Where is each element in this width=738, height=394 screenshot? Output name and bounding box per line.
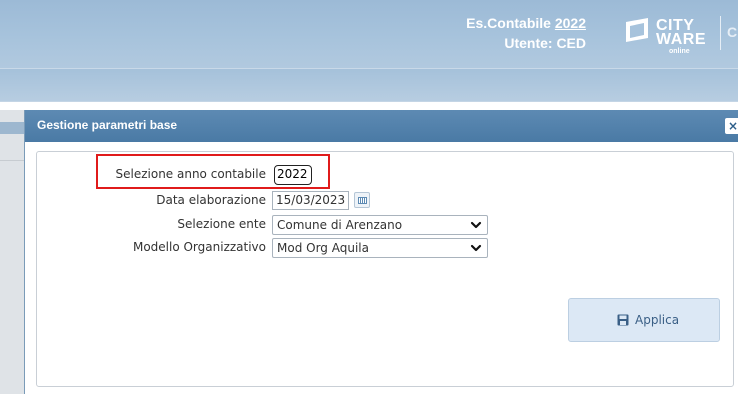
fiscal-year-line: Es.Contabile 2022 xyxy=(466,13,586,33)
date-label: Data elaborazione xyxy=(156,193,266,207)
chevron-down-icon xyxy=(470,244,482,252)
apply-button-label: Applica xyxy=(635,313,680,327)
app-toolbar-bar xyxy=(0,68,738,102)
ente-select-value: Comune di Arenzano xyxy=(277,218,403,232)
background-band xyxy=(0,122,24,134)
logo-text-ware: WARE xyxy=(656,31,706,48)
modello-select[interactable]: Mod Org Aquila xyxy=(272,238,488,258)
modello-select-value: Mod Org Aquila xyxy=(277,241,369,255)
cityware-logo: CITY WARE online xyxy=(622,10,714,60)
logo-text-online: online xyxy=(669,48,690,55)
modello-label: Modello Organizzativo xyxy=(132,240,266,254)
dialog-title: Gestione parametri base xyxy=(37,118,178,132)
close-icon[interactable]: × xyxy=(725,118,738,134)
chevron-down-icon xyxy=(470,221,482,229)
fiscal-year-link[interactable]: 2022 xyxy=(555,15,586,31)
calendar-icon[interactable] xyxy=(354,192,370,208)
ente-select[interactable]: Comune di Arenzano xyxy=(272,215,488,235)
save-icon xyxy=(617,314,629,326)
dialog-titlebar[interactable]: Gestione parametri base × xyxy=(25,110,738,142)
date-input[interactable]: 15/03/2023 xyxy=(272,191,349,210)
header-info: Es.Contabile 2022 Utente: CED xyxy=(466,13,586,53)
header-cut-text: C xyxy=(727,24,738,40)
app-header: Es.Contabile 2022 Utente: CED CITY WARE … xyxy=(0,0,738,68)
apply-button[interactable]: Applica xyxy=(568,298,720,342)
ente-label: Selezione ente xyxy=(177,217,266,231)
cityware-logo-mark-icon xyxy=(626,18,648,42)
fiscal-year-label: Es.Contabile xyxy=(466,15,551,31)
background-line xyxy=(0,160,24,161)
highlight-annotation xyxy=(96,154,330,189)
user-label: Utente: CED xyxy=(504,35,586,51)
header-divider xyxy=(720,16,721,50)
